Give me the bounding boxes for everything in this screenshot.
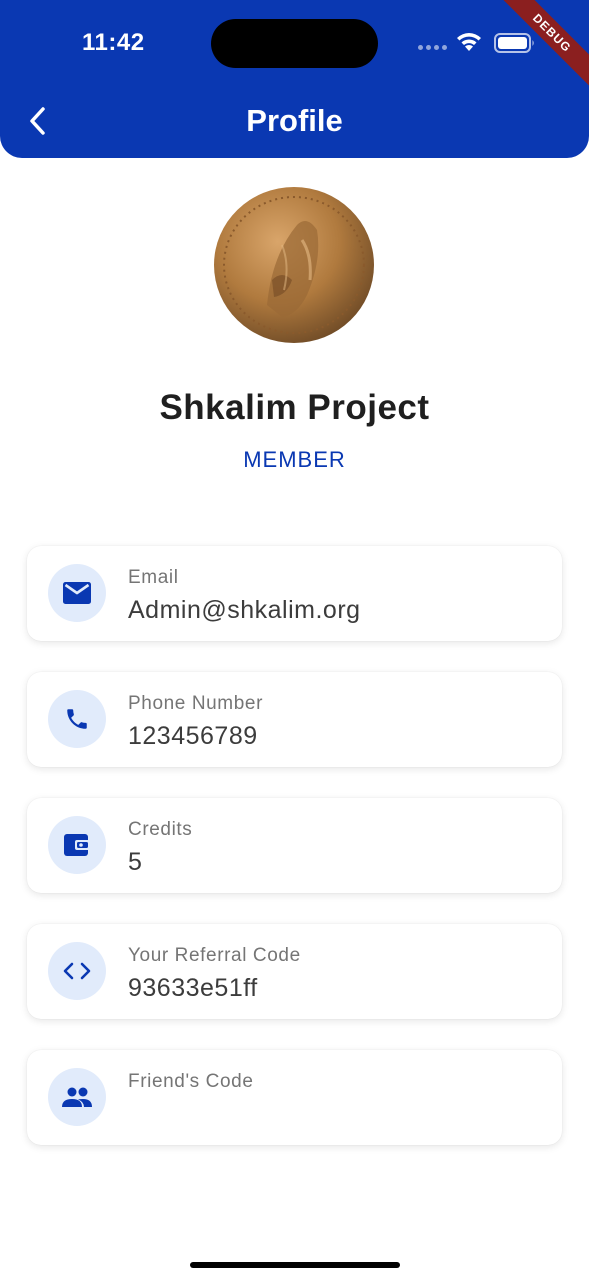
avatar — [214, 187, 374, 343]
friends-code-card[interactable]: Friend's Code — [27, 1050, 562, 1145]
profile-name: Shkalim Project — [159, 388, 430, 427]
referral-code-label: Your Referral Code — [128, 945, 301, 966]
referral-code-card: Your Referral Code 93633e51ff — [27, 924, 562, 1019]
cellular-signal-icon — [418, 40, 448, 50]
email-label: Email — [128, 567, 179, 588]
phone-icon — [67, 709, 87, 729]
people-icon — [62, 1087, 92, 1107]
profile-role: MEMBER — [243, 447, 346, 472]
email-value: Admin@shkalim.org — [128, 596, 361, 624]
credits-label: Credits — [128, 819, 193, 840]
phone-card: Phone Number 123456789 — [27, 672, 562, 767]
wifi-icon — [457, 33, 481, 51]
code-icon — [63, 962, 91, 980]
email-icon-badge — [48, 564, 106, 622]
home-indicator[interactable] — [190, 1262, 400, 1268]
app-bar: 11:42 DEBUG Profile — [0, 0, 589, 158]
credits-card: Credits 5 — [27, 798, 562, 893]
dynamic-island — [211, 19, 378, 68]
friends-code-label: Friend's Code — [128, 1071, 254, 1092]
email-card: Email Admin@shkalim.org — [27, 546, 562, 641]
referral-icon-badge — [48, 942, 106, 1000]
battery-icon — [494, 33, 534, 53]
page-title: Profile — [246, 103, 343, 138]
mail-icon — [63, 582, 91, 604]
friends-code-icon-badge — [48, 1068, 106, 1126]
phone-label: Phone Number — [128, 693, 263, 714]
phone-value: 123456789 — [128, 722, 258, 750]
status-time: 11:42 — [82, 29, 145, 56]
credits-icon-badge — [48, 816, 106, 874]
credits-value: 5 — [128, 848, 143, 876]
referral-code-value: 93633e51ff — [128, 974, 258, 1002]
phone-icon-badge — [48, 690, 106, 748]
wallet-icon — [64, 834, 90, 856]
